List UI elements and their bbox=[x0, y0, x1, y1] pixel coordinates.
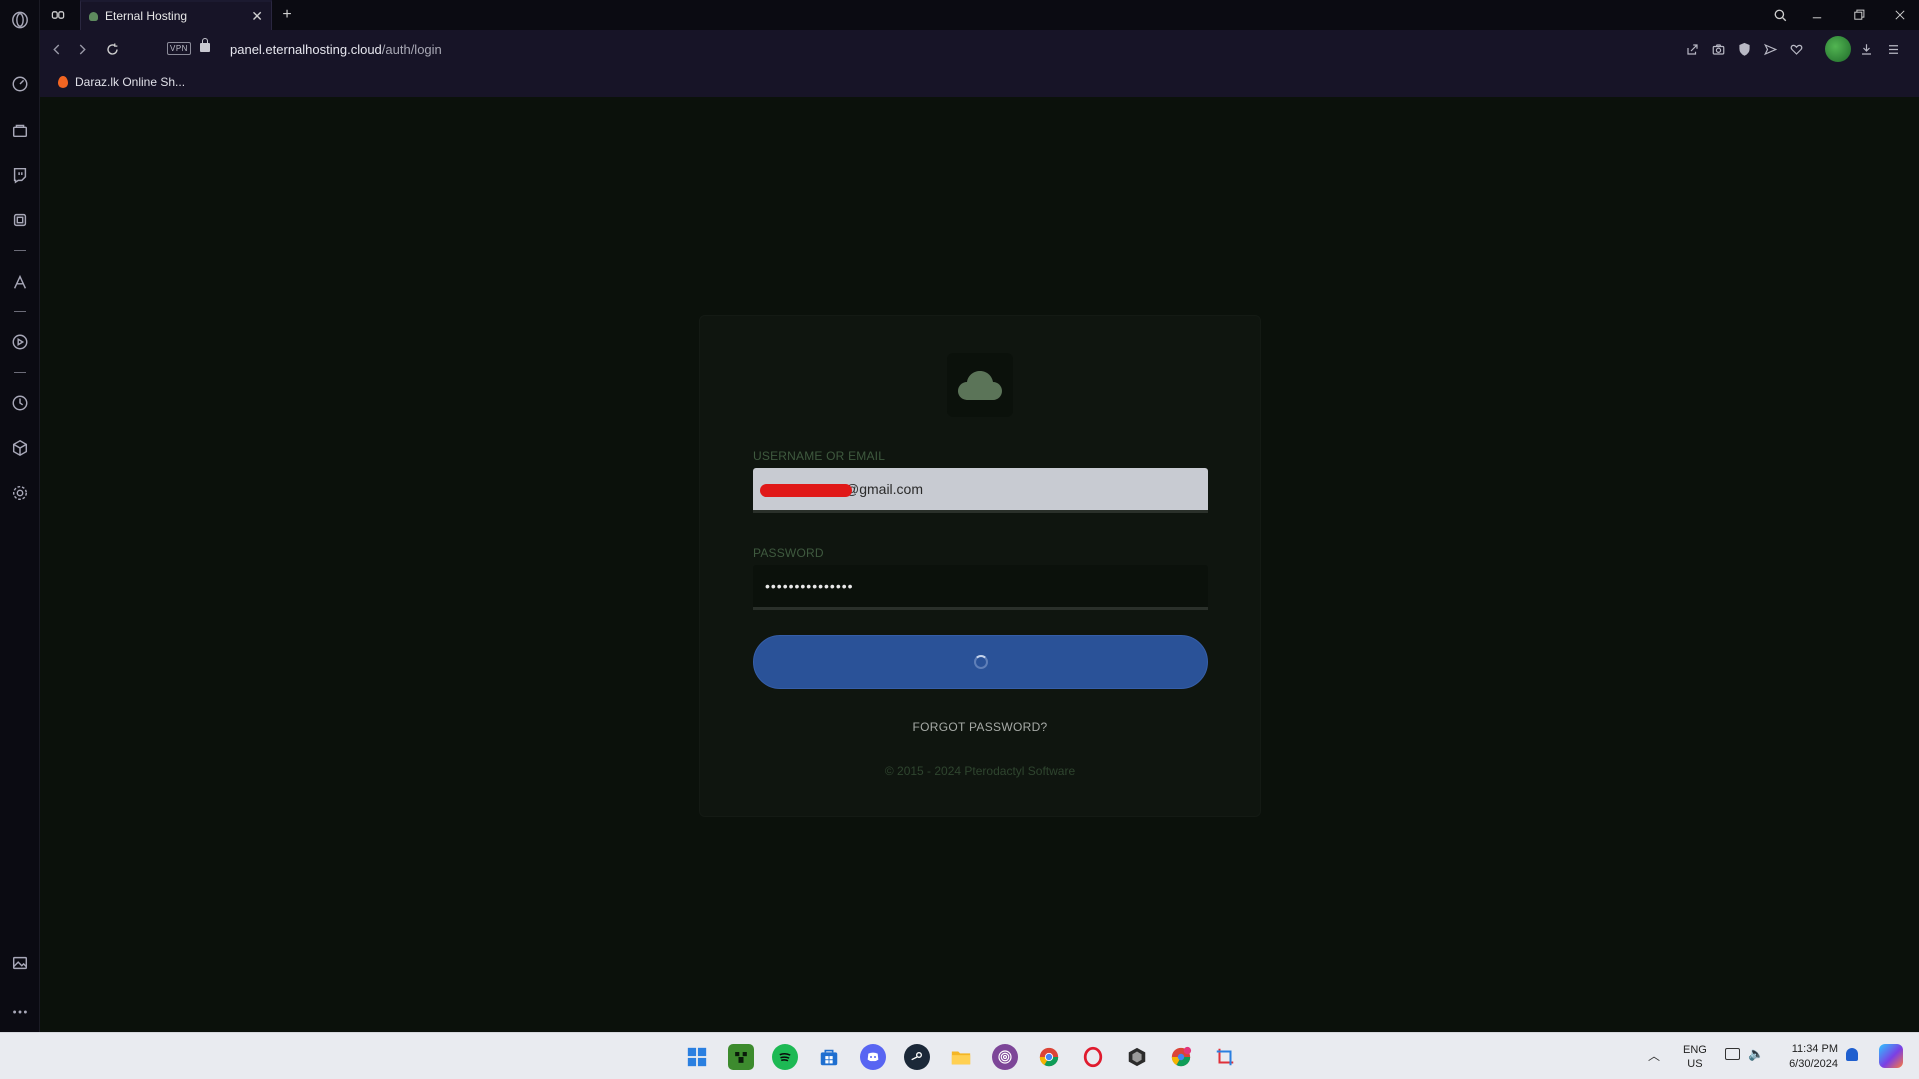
cube-icon[interactable] bbox=[8, 436, 32, 460]
adblock-shield-icon[interactable] bbox=[1734, 39, 1754, 59]
clock-date: 6/30/2024 bbox=[1789, 1058, 1838, 1070]
send-icon[interactable] bbox=[1760, 39, 1780, 59]
cloud-favicon-icon bbox=[89, 11, 98, 21]
minecraft-icon[interactable] bbox=[728, 1044, 754, 1070]
camera-icon[interactable] bbox=[1708, 39, 1728, 59]
reload-icon[interactable] bbox=[102, 39, 122, 59]
tab-bar: Eternal Hosting ✕ + bbox=[40, 0, 1919, 30]
address-bar-row: VPN panel.eternalhosting.cloud/auth/logi… bbox=[40, 30, 1919, 69]
password-input[interactable] bbox=[753, 565, 1208, 610]
copilot-icon[interactable] bbox=[1879, 1044, 1903, 1068]
aria-icon[interactable] bbox=[8, 270, 32, 294]
close-icon[interactable]: ✕ bbox=[251, 8, 263, 25]
url-field[interactable]: panel.eternalhosting.cloud/auth/login bbox=[230, 42, 442, 57]
back-icon[interactable] bbox=[46, 39, 66, 59]
store-icon[interactable] bbox=[816, 1044, 842, 1070]
bookmark-daraz[interactable]: Daraz.lk Online Sh... bbox=[58, 75, 185, 89]
new-tab-button[interactable]: + bbox=[277, 5, 297, 25]
spotify-icon[interactable] bbox=[772, 1044, 798, 1070]
chrome-profile-icon[interactable] bbox=[1168, 1044, 1194, 1070]
snipping-tool-icon[interactable] bbox=[1212, 1044, 1238, 1070]
extensions-icon[interactable] bbox=[8, 208, 32, 232]
tor-icon[interactable] bbox=[992, 1044, 1018, 1070]
lang-line2: US bbox=[1687, 1058, 1703, 1070]
easy-setup-menu-icon[interactable] bbox=[1883, 39, 1903, 59]
sidebar-divider bbox=[14, 311, 26, 312]
history-icon[interactable] bbox=[8, 391, 32, 415]
speed-dial-icon[interactable] bbox=[8, 72, 32, 96]
forward-icon[interactable] bbox=[72, 39, 92, 59]
workspaces-icon[interactable] bbox=[48, 5, 68, 25]
heart-icon[interactable] bbox=[1786, 39, 1806, 59]
opera-icon[interactable] bbox=[1080, 1044, 1106, 1070]
page-viewport: USERNAME OR EMAIL PASSWORD FORGOT PASSWO… bbox=[40, 97, 1919, 1079]
restore-icon[interactable] bbox=[1849, 5, 1869, 25]
login-button[interactable] bbox=[753, 635, 1208, 689]
tray-overflow-icon[interactable]: ︿ bbox=[1648, 1047, 1660, 1064]
share-icon[interactable] bbox=[1682, 39, 1702, 59]
opera-logo-icon[interactable] bbox=[8, 8, 32, 32]
discord-icon[interactable] bbox=[860, 1044, 886, 1070]
volume-icon[interactable]: 🔈 bbox=[1748, 1046, 1764, 1062]
url-host: panel.eternalhosting.cloud bbox=[230, 42, 382, 57]
chrome-icon[interactable] bbox=[1036, 1044, 1062, 1070]
steam-icon[interactable] bbox=[904, 1044, 930, 1070]
notification-bell-icon[interactable] bbox=[1846, 1048, 1858, 1061]
clock-time: 11:34 PM bbox=[1791, 1043, 1838, 1055]
copyright-text: © 2015 - 2024 Pterodactyl Software bbox=[884, 764, 1076, 778]
gallery-icon[interactable] bbox=[8, 951, 32, 975]
browser-sidebar bbox=[0, 0, 40, 1032]
bookmark-label: Daraz.lk Online Sh... bbox=[75, 75, 186, 89]
player-icon[interactable] bbox=[8, 330, 32, 354]
lang-line1: ENG bbox=[1683, 1044, 1707, 1056]
sidebar-divider bbox=[14, 250, 26, 251]
file-explorer-icon[interactable] bbox=[948, 1044, 974, 1070]
profile-avatar[interactable] bbox=[1825, 36, 1851, 62]
window-close-icon[interactable] bbox=[1890, 5, 1910, 25]
password-label: PASSWORD bbox=[753, 546, 824, 560]
settings-gear-icon[interactable] bbox=[8, 481, 32, 505]
search-tabs-icon[interactable] bbox=[1770, 5, 1790, 25]
login-card: USERNAME OR EMAIL PASSWORD FORGOT PASSWO… bbox=[699, 315, 1261, 817]
language-indicator[interactable]: ENG US bbox=[1683, 1043, 1707, 1071]
tab-title: Eternal Hosting bbox=[105, 9, 188, 23]
unity-icon[interactable] bbox=[1124, 1044, 1150, 1070]
sidebar-divider bbox=[14, 372, 26, 373]
more-options-icon[interactable] bbox=[8, 1000, 32, 1024]
lock-icon[interactable] bbox=[200, 38, 210, 52]
username-label: USERNAME OR EMAIL bbox=[753, 449, 886, 463]
url-path: /auth/login bbox=[381, 42, 442, 57]
windows-taskbar: ︿ ENG US 🔈 11:34 PM 6/30/2024 bbox=[0, 1032, 1919, 1079]
forgot-password-link[interactable]: FORGOT PASSWORD? bbox=[700, 720, 1260, 734]
loading-spinner-icon bbox=[973, 655, 988, 669]
cloud-logo-icon bbox=[947, 353, 1013, 417]
vpn-badge[interactable]: VPN bbox=[167, 42, 191, 55]
shopping-icon[interactable] bbox=[8, 118, 32, 142]
twitch-icon[interactable] bbox=[8, 163, 32, 187]
bookmarks-bar: Daraz.lk Online Sh... bbox=[40, 69, 1919, 97]
daraz-favicon-icon bbox=[58, 76, 68, 88]
tab-eternal-hosting[interactable]: Eternal Hosting ✕ bbox=[80, 0, 272, 30]
start-icon[interactable] bbox=[684, 1044, 710, 1070]
minimize-icon[interactable] bbox=[1807, 5, 1827, 25]
redaction-mark bbox=[760, 484, 852, 497]
network-icon[interactable] bbox=[1725, 1048, 1740, 1060]
system-clock[interactable]: 11:34 PM 6/30/2024 bbox=[1776, 1042, 1838, 1072]
download-icon[interactable] bbox=[1856, 39, 1876, 59]
